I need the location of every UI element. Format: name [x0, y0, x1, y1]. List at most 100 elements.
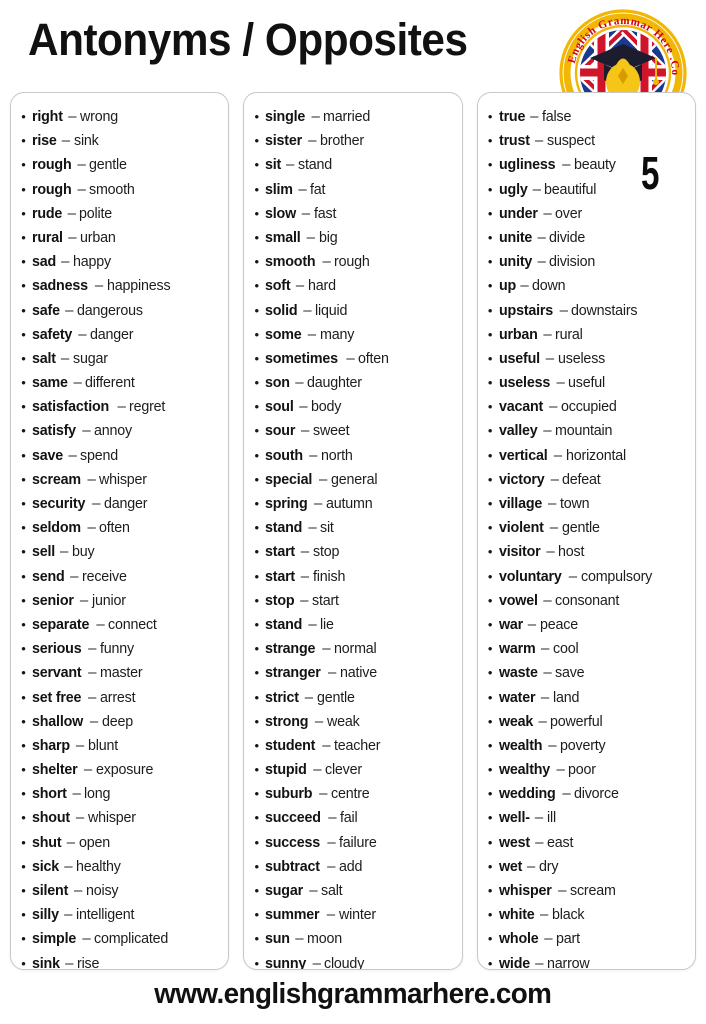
dash-separator: – [559, 301, 568, 319]
bullet-icon: • [21, 278, 26, 294]
bullet-icon: • [254, 737, 260, 753]
bullet-icon: • [487, 592, 493, 608]
antonym-term: warm [498, 640, 536, 658]
dash-separator: – [539, 906, 549, 924]
dash-separator: – [87, 519, 96, 537]
dash-separator: – [541, 640, 550, 658]
bullet-icon: • [487, 689, 493, 705]
antonym-term: sink [32, 954, 60, 970]
antonym-opposite: master [99, 664, 143, 682]
antonym-pair: • silly – intelligent [15, 903, 222, 927]
dash-separator: – [326, 906, 336, 924]
dash-separator: – [77, 180, 86, 198]
website-url[interactable]: www.englishgrammarhere.com [154, 978, 552, 1011]
dash-separator: – [83, 761, 93, 779]
antonym-pair: • wealth – poverty [482, 734, 689, 758]
antonym-pair: • soft – hard [248, 274, 455, 298]
bullet-icon: • [21, 157, 26, 173]
antonym-pair: • small – big [248, 226, 455, 250]
antonym-pair: • sad – happy [15, 250, 222, 274]
antonym-pair: • simple – complicated [15, 927, 222, 951]
bullet-icon: • [254, 399, 260, 415]
antonym-term: start [265, 567, 296, 585]
antonym-opposite: scream [570, 882, 616, 899]
dash-separator: – [88, 640, 97, 658]
dash-separator: – [548, 736, 557, 754]
dash-separator: – [79, 591, 89, 609]
antonym-pair: • short – long [15, 782, 222, 806]
antonym-pair: • wealthy – poor [482, 758, 689, 782]
bullet-icon: • [254, 205, 260, 221]
antonym-opposite: teacher [334, 736, 381, 754]
antonym-opposite: sink [73, 132, 99, 150]
bullet-icon: • [254, 592, 260, 608]
antonym-term: stranger [265, 664, 321, 682]
bullet-icon: • [254, 350, 260, 366]
dash-separator: – [546, 543, 555, 561]
antonym-term: seldom [32, 519, 81, 537]
antonym-pair: • sit – stand [248, 153, 455, 177]
antonym-term: simple [32, 930, 77, 948]
antonym-opposite: deep [101, 712, 133, 730]
dash-separator: – [319, 785, 328, 803]
antonym-opposite: dangerous [76, 301, 143, 319]
antonym-term: student [265, 736, 316, 754]
antonym-opposite: connect [108, 615, 157, 633]
antonym-pair: • sun – moon [248, 927, 455, 951]
antonym-term: useless [498, 374, 550, 392]
antonym-term: whole [498, 930, 539, 948]
antonym-term: success [265, 833, 321, 851]
dash-separator: – [545, 349, 555, 367]
dash-separator: – [61, 253, 70, 271]
bullet-icon: • [254, 665, 260, 681]
bullet-icon: • [21, 883, 26, 898]
dash-separator: – [346, 349, 355, 367]
antonym-pair: • satisfy – annoy [15, 419, 222, 443]
bullet-icon: • [487, 471, 493, 487]
antonym-term: smooth [265, 253, 316, 271]
antonym-term: shallow [32, 712, 84, 730]
antonym-term: satisfy [32, 422, 76, 440]
bullet-icon: • [21, 205, 26, 221]
antonym-pair: • sour – sweet [248, 419, 455, 443]
bullet-icon: • [254, 181, 260, 197]
bullet-icon: • [487, 496, 493, 511]
antonym-opposite: junior [91, 591, 126, 609]
bullet-icon: • [21, 568, 26, 584]
bullet-icon: • [21, 423, 26, 439]
antonym-pair: • single – married [248, 105, 455, 129]
antonym-opposite: regret [129, 398, 166, 416]
dash-separator: – [117, 398, 126, 416]
bullet-icon: • [254, 254, 260, 270]
antonym-pair: • send – receive [15, 565, 222, 589]
dash-separator: – [530, 108, 539, 125]
antonym-opposite: over [555, 204, 583, 222]
antonym-term: visitor [498, 543, 541, 561]
antonym-pair: • stand – lie [248, 613, 455, 637]
antonym-opposite: funny [99, 640, 134, 658]
antonym-opposite: arrest [99, 688, 136, 706]
antonym-term: well- [498, 809, 530, 827]
antonym-pair: • serious – funny [15, 637, 222, 661]
antonym-term: unite [498, 228, 532, 246]
bullet-icon: • [21, 133, 26, 149]
bullet-icon: • [254, 713, 260, 729]
antonym-opposite: division [549, 253, 596, 271]
antonym-pair: • sometimes – often [248, 347, 455, 371]
antonym-opposite: often [99, 519, 131, 537]
dash-separator: – [87, 688, 97, 706]
dash-separator: – [535, 954, 544, 970]
antonym-pair: • valley – mountain [482, 419, 689, 443]
antonym-pair: • west – east [482, 831, 689, 855]
antonym-pair: • slow – fast [248, 202, 455, 226]
dash-separator: – [73, 374, 82, 392]
antonym-opposite: useful [568, 374, 606, 392]
bullet-icon: • [487, 858, 493, 874]
bullet-icon: • [21, 375, 26, 391]
bullet-icon: • [254, 786, 260, 802]
antonym-term: rural [32, 228, 63, 246]
antonym-pair: • soul – body [248, 395, 455, 419]
antonym-pair: • rude – polite [15, 202, 222, 226]
dash-separator: – [543, 325, 552, 343]
antonym-pair: • useless – useful [482, 371, 689, 395]
